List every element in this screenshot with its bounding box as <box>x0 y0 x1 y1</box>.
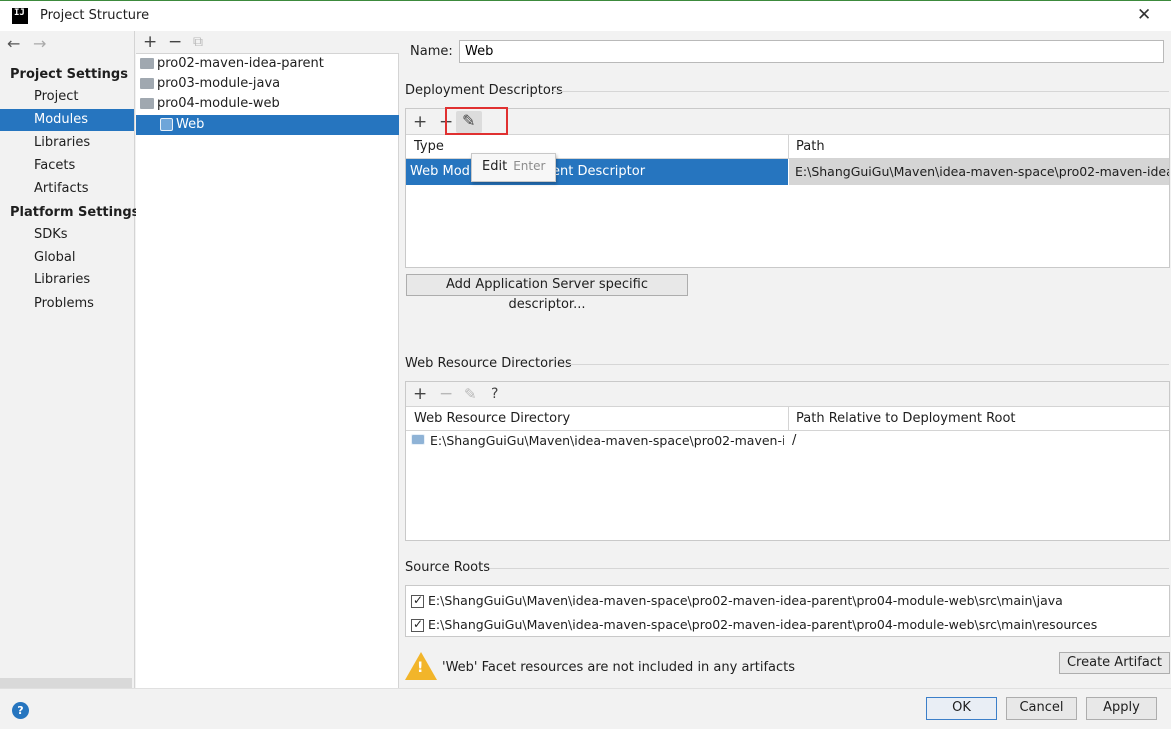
source-root-item[interactable]: E:\ShangGuiGu\Maven\idea-maven-space\pro… <box>411 593 1166 608</box>
name-field[interactable] <box>459 40 1164 63</box>
descriptor-type: Web Module Deployment Descriptor <box>406 159 788 185</box>
title-bar: IJ Project Structure ✕ <box>0 0 1171 31</box>
apply-button[interactable]: Apply <box>1086 697 1157 720</box>
edit-resource-icon[interactable]: ✎ <box>464 384 477 404</box>
sidebar-item-global-libraries[interactable]: Global Libraries <box>0 247 134 287</box>
intellij-logo-icon: IJ <box>12 8 28 24</box>
help-button-icon[interactable]: ? <box>12 702 29 719</box>
annotation-highlight-box <box>445 107 508 135</box>
group-divider <box>490 568 1169 569</box>
web-resource-header: Web Resource Directory Path Relative to … <box>406 407 1169 431</box>
resource-directory: E:\ShangGuiGu\Maven\idea-maven-space\pro… <box>430 433 784 448</box>
resource-relative-path: / <box>792 433 797 448</box>
add-server-descriptor-button[interactable]: Add Application Server specific descript… <box>406 274 688 312</box>
sidebar-item-modules[interactable]: Modules <box>0 109 134 131</box>
add-resource-icon[interactable]: + <box>413 384 427 404</box>
folder-icon <box>140 98 154 109</box>
group-divider <box>552 91 1169 92</box>
tree-item[interactable]: pro02-maven-idea-parent <box>136 54 399 74</box>
web-folder-icon <box>411 434 425 445</box>
web-resource-directories-title: Web Resource Directories <box>405 356 572 371</box>
checkbox-checked[interactable] <box>411 593 424 608</box>
descriptor-path: E:\ShangGuiGu\Maven\idea-maven-space\pro… <box>789 159 1169 185</box>
column-divider <box>788 135 789 159</box>
col-path[interactable]: Path <box>796 139 825 154</box>
tree-item[interactable]: pro04-module-web <box>136 94 399 114</box>
tooltip-shortcut: Enter <box>513 159 546 173</box>
window-title: Project Structure <box>40 8 150 23</box>
tooltip-label: Edit <box>482 159 508 174</box>
cancel-button[interactable]: Cancel <box>1006 697 1077 720</box>
sidebar-item-facets[interactable]: Facets <box>0 155 134 177</box>
web-facet-icon <box>160 118 173 131</box>
col-type[interactable]: Type <box>414 139 444 154</box>
tree-item-web[interactable]: Web <box>136 115 399 135</box>
warning-mark: ! <box>417 660 424 676</box>
sidebar-item-libraries[interactable]: Libraries <box>0 132 134 154</box>
remove-module-icon[interactable]: − <box>168 32 182 52</box>
checkbox-checked[interactable] <box>411 617 424 632</box>
sidebar-item-problems[interactable]: Problems <box>0 293 134 315</box>
copy-icon[interactable]: ⧉ <box>193 32 203 52</box>
sidebar-scrollbar[interactable] <box>0 678 132 688</box>
edit-tooltip: Edit Enter <box>471 153 556 182</box>
tree-toolbar: + − ⧉ <box>136 31 399 54</box>
project-settings-header: Project Settings <box>10 67 128 82</box>
deployment-descriptors-title: Deployment Descriptors <box>405 83 563 98</box>
platform-settings-header: Platform Settings <box>10 205 140 220</box>
back-arrow-icon[interactable]: ← <box>7 34 20 53</box>
folder-icon <box>140 78 154 89</box>
create-artifact-button[interactable]: Create Artifact <box>1059 652 1170 674</box>
group-divider <box>563 364 1169 365</box>
descriptors-toolbar: + − ✎ <box>406 109 1169 135</box>
ok-button[interactable]: OK <box>926 697 997 720</box>
warning-message: 'Web' Facet resources are not included i… <box>442 660 796 675</box>
remove-resource-icon[interactable]: − <box>439 384 453 404</box>
sidebar-item-artifacts[interactable]: Artifacts <box>0 178 134 200</box>
sidebar-item-project[interactable]: Project <box>0 86 134 108</box>
add-descriptor-icon[interactable]: + <box>413 112 427 132</box>
tree-item[interactable]: pro03-module-java <box>136 74 399 94</box>
col-relative-path[interactable]: Path Relative to Deployment Root <box>796 411 1016 426</box>
help-icon[interactable]: ? <box>491 384 498 404</box>
sidebar-item-sdks[interactable]: SDKs <box>0 224 134 246</box>
col-web-resource-directory[interactable]: Web Resource Directory <box>414 411 570 426</box>
folder-icon <box>140 58 154 69</box>
name-label: Name: <box>410 44 453 59</box>
source-roots-title: Source Roots <box>405 560 491 575</box>
web-resource-toolbar: + − ✎ ? <box>406 382 1169 407</box>
table-row[interactable]: E:\ShangGuiGu\Maven\idea-maven-space\pro… <box>406 431 1169 451</box>
column-divider <box>788 407 789 431</box>
forward-arrow-icon[interactable]: → <box>33 34 46 53</box>
source-root-item[interactable]: E:\ShangGuiGu\Maven\idea-maven-space\pro… <box>411 617 1166 632</box>
close-icon[interactable]: ✕ <box>1137 5 1151 25</box>
add-module-icon[interactable]: + <box>143 32 157 52</box>
